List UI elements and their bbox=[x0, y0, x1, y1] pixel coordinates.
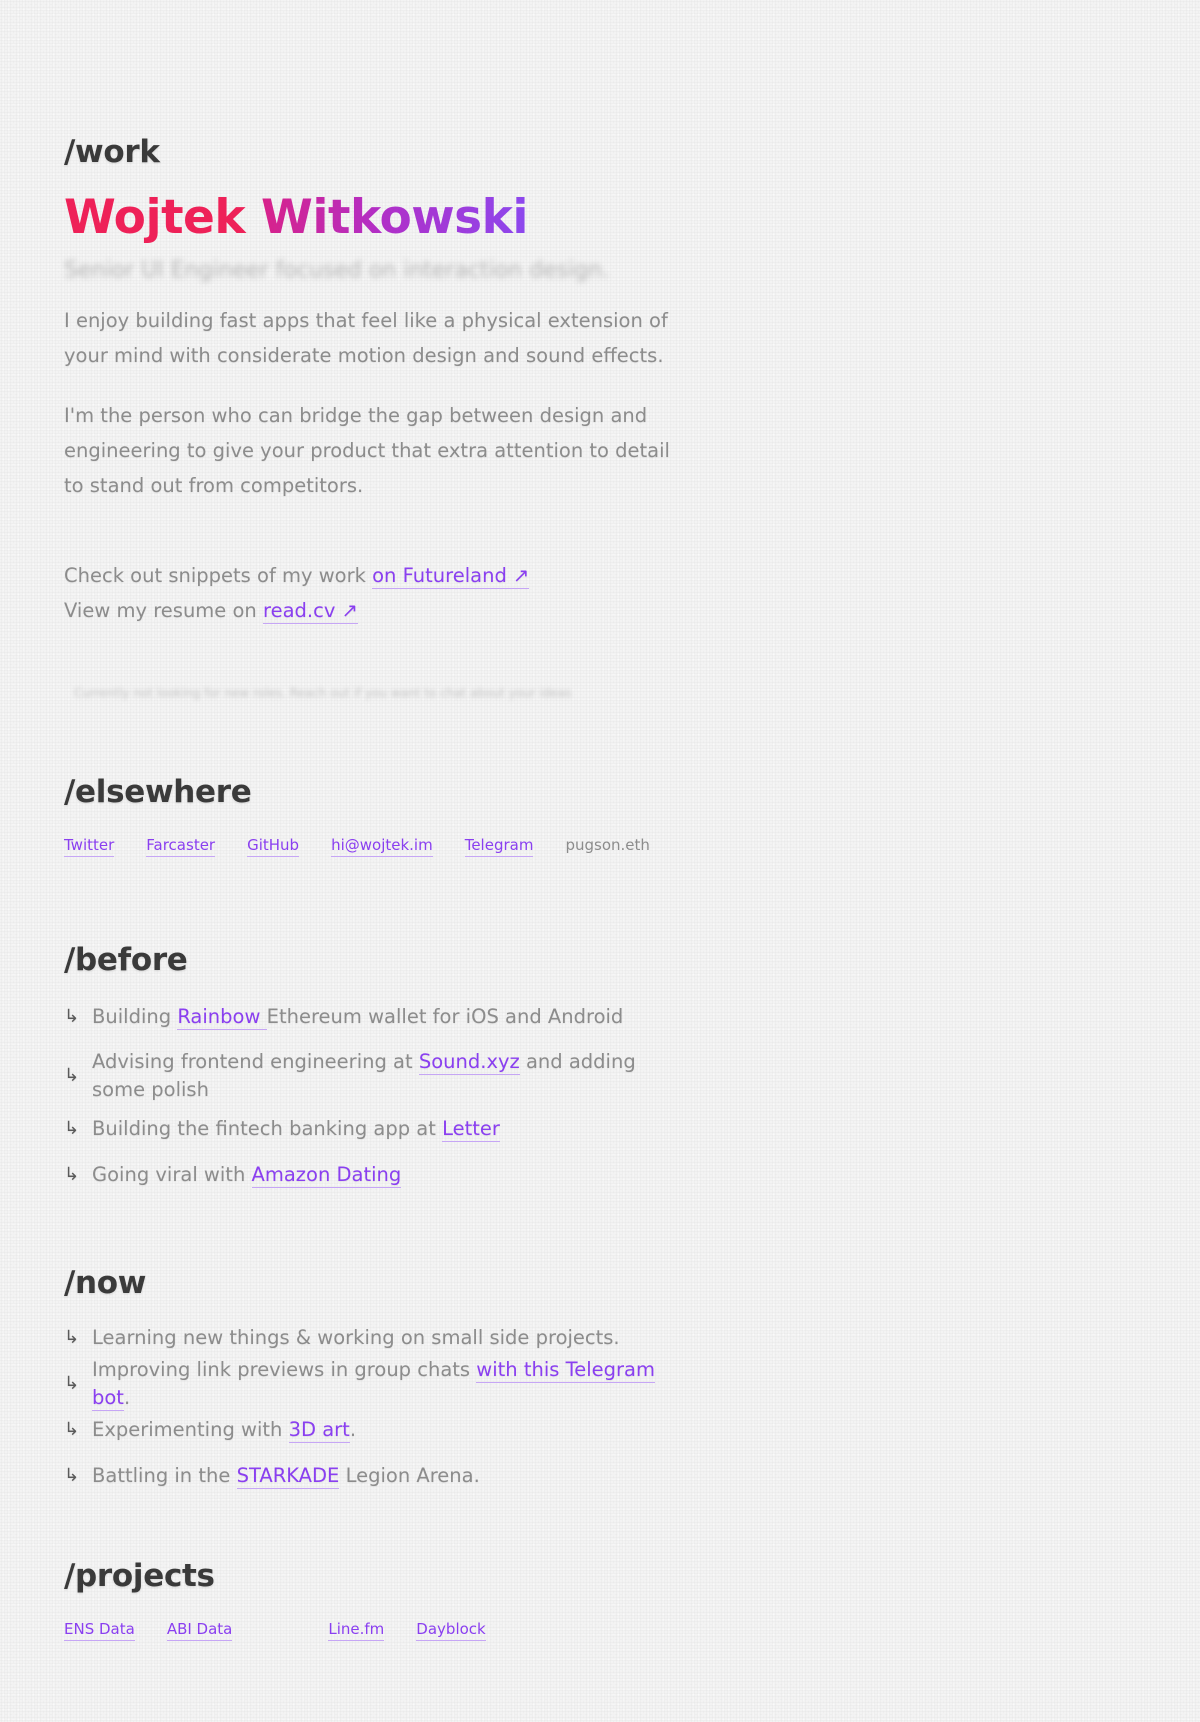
list-item: ↳ Advising frontend engineering at Sound… bbox=[64, 1050, 636, 1101]
ens-data-link[interactable]: ENS Data bbox=[64, 1620, 135, 1641]
job-subtitle: Senior UI Engineer focused on interactio… bbox=[64, 258, 610, 283]
arrow-return-icon: ↳ bbox=[64, 1065, 80, 1086]
line-fm-link[interactable]: Line.fm bbox=[328, 1620, 385, 1641]
now-list: ↳ Learning new things & working on small… bbox=[64, 1323, 684, 1491]
3d-art-link[interactable]: 3D art bbox=[288, 1418, 350, 1443]
arrow-return-icon: ↳ bbox=[64, 1373, 80, 1394]
section-heading-now: /now bbox=[64, 1265, 147, 1301]
intro-paragraph-2: I'm the person who can bridge the gap be… bbox=[64, 404, 670, 497]
ens-name: pugson.eth bbox=[565, 836, 650, 854]
blurred-status-note: Currently not looking for new roles. Rea… bbox=[74, 686, 572, 700]
name-first: Wojtek bbox=[64, 190, 246, 245]
work-links: Check out snippets of my work on Futurel… bbox=[64, 558, 684, 628]
list-item: ↳ Battling in the STARKADE Legion Arena. bbox=[64, 1461, 684, 1491]
section-heading-before: /before bbox=[64, 942, 188, 978]
list-item: ↳ Learning new things & working on small… bbox=[64, 1323, 684, 1353]
list-item: ↳ Building Rainbow Ethereum wallet for i… bbox=[64, 1002, 684, 1032]
dayblock-link[interactable]: Dayblock bbox=[416, 1620, 486, 1641]
intro-paragraph-1: I enjoy building fast apps that feel lik… bbox=[64, 309, 668, 367]
twitter-link[interactable]: Twitter bbox=[64, 836, 115, 857]
arrow-return-icon: ↳ bbox=[64, 1006, 80, 1027]
list-item: ↳ Improving link previews in group chats… bbox=[64, 1358, 655, 1411]
email-link[interactable]: hi@wojtek.im bbox=[331, 836, 433, 857]
farcaster-link[interactable]: Farcaster bbox=[146, 836, 216, 857]
arrow-return-icon: ↳ bbox=[64, 1327, 80, 1348]
amazon-dating-link[interactable]: Amazon Dating bbox=[251, 1163, 402, 1188]
section-heading-projects: /projects bbox=[64, 1558, 215, 1594]
futureland-link[interactable]: on Futureland ↗ bbox=[372, 564, 530, 589]
list-item: ↳ Going viral with Amazon Dating bbox=[64, 1160, 684, 1190]
section-heading-work: /work bbox=[64, 134, 160, 170]
person-name: Wojtek Witkowski bbox=[64, 188, 529, 248]
arrow-return-icon: ↳ bbox=[64, 1164, 80, 1185]
letter-link[interactable]: Letter bbox=[442, 1117, 500, 1142]
arrow-return-icon: ↳ bbox=[64, 1465, 80, 1486]
starkade-link[interactable]: STARKADE bbox=[236, 1464, 340, 1489]
arrow-return-icon: ↳ bbox=[64, 1118, 80, 1139]
rainbow-link[interactable]: Rainbow bbox=[177, 1005, 267, 1030]
projects-links: ENS Data ABI Data Line.fm Dayblock bbox=[64, 1620, 486, 1641]
section-heading-elsewhere: /elsewhere bbox=[64, 774, 252, 810]
sound-xyz-link[interactable]: Sound.xyz bbox=[418, 1050, 520, 1075]
elsewhere-links: Twitter Farcaster GitHub hi@wojtek.im Te… bbox=[64, 836, 682, 857]
before-list: ↳ Building Rainbow Ethereum wallet for i… bbox=[64, 1002, 684, 1190]
readcv-link[interactable]: read.cv ↗ bbox=[263, 599, 358, 624]
snippets-text: Check out snippets of my work bbox=[64, 564, 373, 587]
name-last: Witkowski bbox=[261, 190, 529, 245]
github-link[interactable]: GitHub bbox=[247, 836, 300, 857]
abi-data-link[interactable]: ABI Data bbox=[166, 1620, 233, 1641]
resume-text: View my resume on bbox=[64, 599, 263, 622]
arrow-return-icon: ↳ bbox=[64, 1419, 80, 1440]
list-item: ↳ Building the fintech banking app at Le… bbox=[64, 1114, 684, 1144]
telegram-link[interactable]: Telegram bbox=[464, 836, 534, 857]
list-item: ↳ Experimenting with 3D art. bbox=[64, 1415, 684, 1445]
